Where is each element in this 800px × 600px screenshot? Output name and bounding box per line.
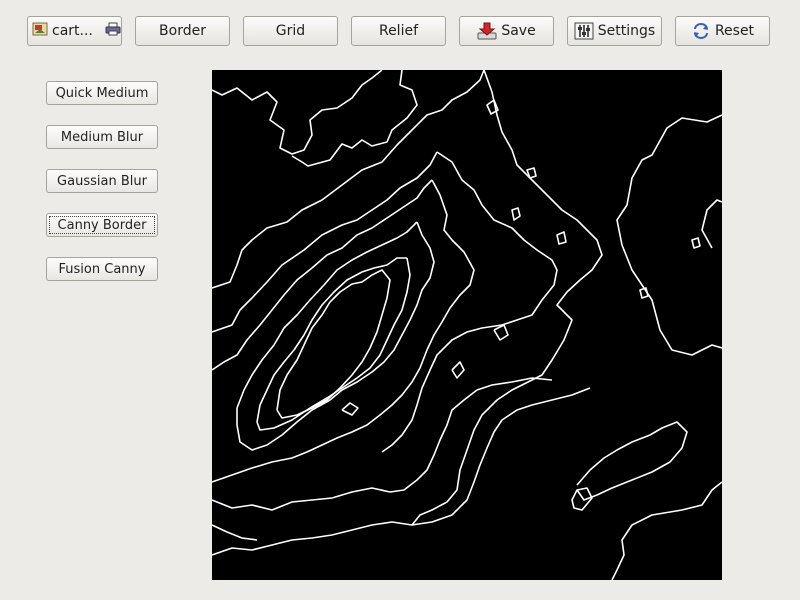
image-canvas[interactable] bbox=[212, 70, 722, 580]
reset-button-label: Reset bbox=[714, 23, 755, 39]
grid-button[interactable]: Grid bbox=[243, 16, 338, 46]
gaussian-blur-button[interactable]: Gaussian Blur bbox=[46, 169, 158, 193]
relief-button[interactable]: Relief bbox=[351, 16, 446, 46]
medium-blur-button[interactable]: Medium Blur bbox=[46, 125, 158, 149]
settings-sliders-icon bbox=[574, 22, 594, 40]
border-button-label: Border bbox=[159, 23, 206, 39]
reset-refresh-icon bbox=[691, 22, 711, 40]
save-button[interactable]: Save bbox=[459, 16, 554, 46]
settings-button-label: Settings bbox=[597, 23, 656, 39]
quick-medium-label: Quick Medium bbox=[55, 85, 149, 101]
file-selector[interactable]: cart... bbox=[27, 16, 122, 46]
gaussian-blur-label: Gaussian Blur bbox=[57, 173, 147, 189]
canny-border-button[interactable]: Canny Border bbox=[46, 213, 158, 237]
fusion-canny-button[interactable]: Fusion Canny bbox=[46, 257, 158, 281]
save-download-icon bbox=[477, 22, 497, 40]
relief-button-label: Relief bbox=[378, 23, 419, 39]
grid-button-label: Grid bbox=[275, 23, 306, 39]
save-button-label: Save bbox=[501, 23, 536, 39]
printer-icon[interactable] bbox=[105, 22, 121, 40]
file-name: cart... bbox=[52, 23, 93, 39]
quick-medium-button[interactable]: Quick Medium bbox=[46, 81, 158, 105]
fusion-canny-label: Fusion Canny bbox=[58, 261, 146, 277]
image-file-icon bbox=[32, 22, 48, 40]
canny-border-label: Canny Border bbox=[57, 217, 147, 233]
edge-contour-image bbox=[212, 70, 722, 580]
medium-blur-label: Medium Blur bbox=[60, 129, 144, 145]
settings-button[interactable]: Settings bbox=[567, 16, 662, 46]
border-button[interactable]: Border bbox=[135, 16, 230, 46]
reset-button[interactable]: Reset bbox=[675, 16, 770, 46]
